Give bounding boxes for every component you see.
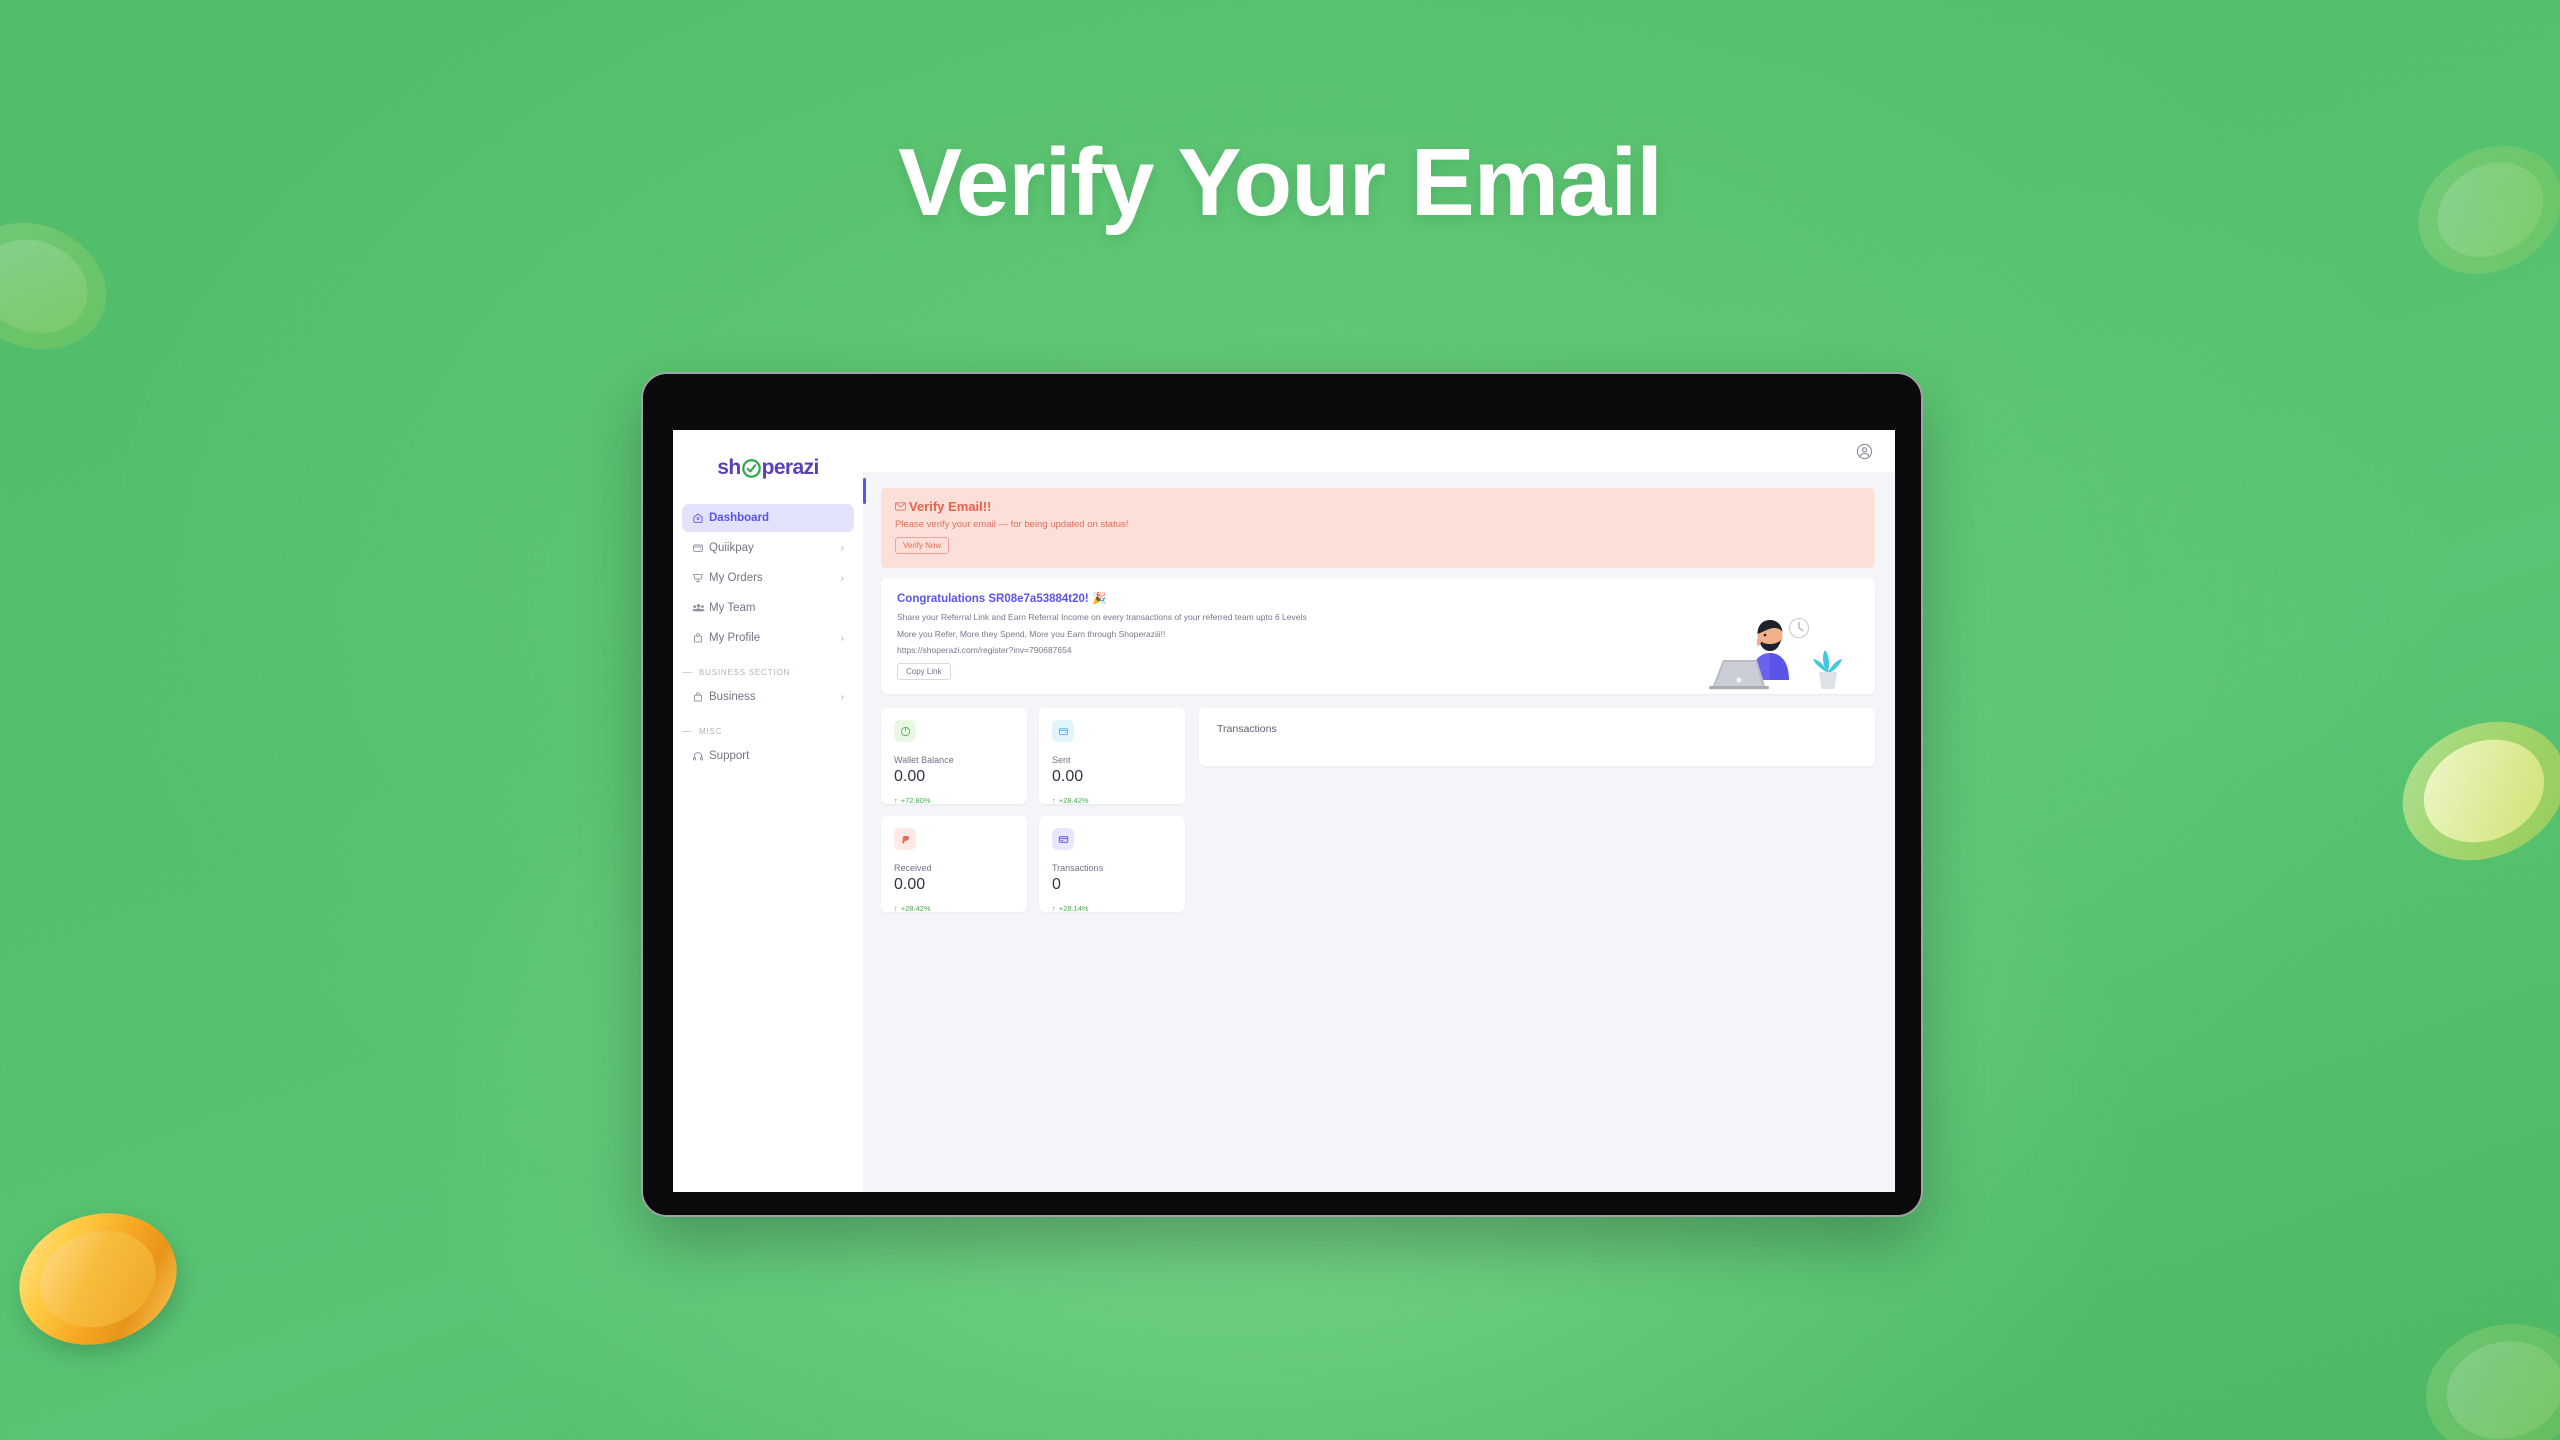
sidebar: sh perazi Dashboard Quiikpay › My Orders… [673,430,863,1192]
bag-icon [692,631,709,645]
alert-title-row: Verify Email!! [895,499,1861,514]
sidebar-section-business: BUSINESS SECTION [682,668,854,677]
wallet-icon [1052,720,1074,742]
coin-decoration-bottom-left [2,1193,194,1365]
stat-delta-text: +28.42% [900,904,931,913]
sidebar-item-my-profile[interactable]: My Profile › [682,624,854,652]
logo-text-before: sh [717,456,741,479]
stat-value: 0.00 [894,876,926,893]
envelope-icon [895,502,906,511]
cart-icon [692,571,709,585]
stat-delta-text: +28.14% [1058,904,1089,913]
stat-delta: ↑ +28.14% [1052,904,1172,913]
alert-title-text: Verify Email!! [909,499,992,514]
chevron-right-icon: › [840,691,844,703]
sidebar-item-quiikpay[interactable]: Quiikpay › [682,534,854,562]
headset-icon [692,749,709,763]
coin-decoration-bottom-right [2411,1307,2560,1440]
logo-text-after: perazi [761,456,820,479]
stat-delta-text: +28.42% [1058,796,1089,805]
sidebar-item-label: Support [709,750,750,762]
shoperazi-logo-circle-icon [741,458,761,478]
stat-card-received: Received 0.00 ↑ +28.42% [881,816,1027,913]
sidebar-item-my-team[interactable]: My Team [682,594,854,622]
page-headline: Verify Your Email [898,129,1663,236]
verify-now-button[interactable]: Verify Now [895,537,950,554]
arrow-up-icon: ↑ [1052,796,1056,805]
transactions-panel: Transactions [1199,708,1875,766]
sidebar-item-label: Dashboard [709,512,770,524]
app-logo[interactable]: sh perazi [673,444,863,492]
wallet-icon [692,541,709,555]
sidebar-item-my-orders[interactable]: My Orders › [682,564,854,592]
stat-value: 0.00 [894,768,926,785]
arrow-up-icon: ↑ [894,904,898,913]
sidebar-item-label: My Orders [709,572,763,584]
sidebar-item-label: Quiikpay [709,542,754,554]
app-screen: sh perazi Dashboard Quiikpay › My Orders… [673,430,1895,1192]
stat-delta-text: +72.80% [900,796,931,805]
stat-cards-grid: Wallet Balance 0.00 ↑ +72.80% Sent 0.00 … [881,708,1185,913]
man-at-laptop-illustration-icon [1707,602,1857,694]
stat-card-wallet-balance: Wallet Balance 0.00 ↑ +72.80% [881,708,1027,805]
alert-subtitle: Please verify your email — for being upd… [895,519,1129,530]
laptop-lid: sh perazi Dashboard Quiikpay › My Orders… [641,372,1923,1217]
stat-delta: ↑ +28.42% [1052,796,1172,805]
sidebar-item-label: My Team [709,602,756,614]
verify-email-alert: Verify Email!! Please verify your email … [881,488,1875,568]
stat-delta: ↑ +72.80% [894,796,1014,805]
credit-card-icon [1052,828,1074,850]
active-nav-indicator [863,478,866,504]
section-divider-dash [682,672,692,673]
stat-label: Transactions [1052,863,1104,873]
chevron-right-icon: › [840,542,844,554]
stat-label: Wallet Balance [894,755,954,765]
stat-card-sent: Sent 0.00 ↑ +28.42% [1039,708,1185,805]
stat-label: Sent [1052,755,1071,765]
sidebar-item-dashboard[interactable]: Dashboard [682,504,854,532]
sidebar-nav: Dashboard Quiikpay › My Orders › My Team… [673,504,863,770]
stat-label: Received [894,863,932,873]
section-label: BUSINESS SECTION [699,668,791,677]
transactions-panel-title: Transactions [1217,723,1277,735]
section-divider-dash [682,731,692,732]
chevron-right-icon: › [840,632,844,644]
home-icon [692,511,709,525]
stat-value: 0 [1052,876,1061,893]
coin-decoration-right-mid [2380,696,2560,886]
sidebar-item-support[interactable]: Support [682,742,854,770]
paypal-icon [894,828,916,850]
user-circle-icon[interactable] [1856,443,1873,460]
chevron-right-icon: › [840,572,844,584]
topbar [863,430,1895,472]
sidebar-item-label: My Profile [709,632,761,644]
stat-value: 0.00 [1052,768,1084,785]
sidebar-section-misc: MISC [682,727,854,736]
sidebar-item-label: Business [709,691,756,703]
stat-delta: ↑ +28.42% [894,904,1014,913]
arrow-up-icon: ↑ [1052,904,1056,913]
laptop-mockup: sh perazi Dashboard Quiikpay › My Orders… [641,372,1923,1242]
sidebar-item-business[interactable]: Business › [682,683,854,711]
referral-card: Congratulations SR08e7a53884t20! 🎉 Share… [881,578,1875,694]
briefcase-icon [692,690,709,704]
arrow-up-icon: ↑ [894,796,898,805]
pie-chart-icon [894,720,916,742]
stat-card-transactions: Transactions 0 ↑ +28.14% [1039,816,1185,913]
stats-and-transactions: Wallet Balance 0.00 ↑ +72.80% Sent 0.00 … [881,708,1875,913]
copy-link-button[interactable]: Copy Link [897,663,951,680]
users-icon [692,601,709,615]
section-label: MISC [699,727,723,736]
dashboard-content: Verify Email!! Please verify your email … [863,472,1895,913]
main-content: Verify Email!! Please verify your email … [863,430,1895,1192]
